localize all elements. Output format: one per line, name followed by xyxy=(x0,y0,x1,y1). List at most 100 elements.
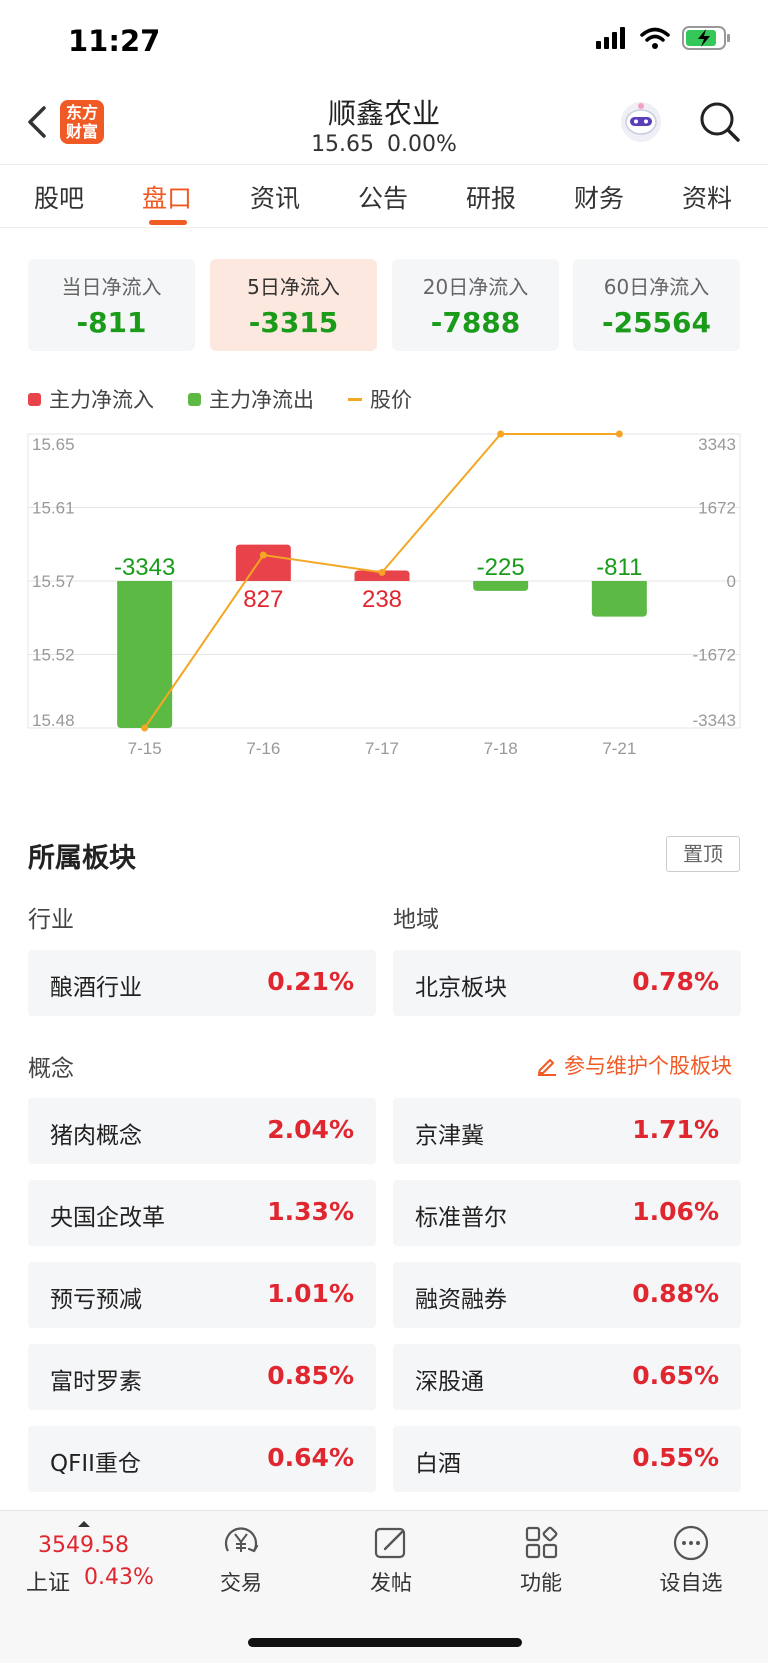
tab-guba[interactable]: 股吧 xyxy=(14,179,104,215)
flow-card-5day[interactable]: 5日净流入 -3315 xyxy=(210,259,377,351)
expand-arrow-icon xyxy=(78,1521,90,1527)
price-point xyxy=(378,568,386,576)
flow-bar-value-label: 238 xyxy=(362,586,402,613)
nav-add-watchlist[interactable]: 设自选 xyxy=(646,1523,736,1597)
concept-card[interactable]: 央国企改革 1.33% xyxy=(28,1180,376,1246)
x-tick-label: 7-17 xyxy=(365,739,399,758)
flow-card-label: 20日净流入 xyxy=(422,275,529,299)
flow-card-value: -3315 xyxy=(248,306,339,339)
block-pct: 1.33% xyxy=(267,1197,354,1226)
nav-label: 发帖 xyxy=(370,1571,412,1595)
x-tick-label: 7-18 xyxy=(484,739,518,758)
flow-bar-value-label: 827 xyxy=(243,586,283,613)
block-name: 京津冀 xyxy=(415,1123,484,1149)
block-name: 酿酒行业 xyxy=(50,975,142,1001)
status-icons xyxy=(596,26,732,50)
search-icon[interactable] xyxy=(698,100,742,144)
flow-card-20day[interactable]: 20日净流入 -7888 xyxy=(392,259,559,351)
block-name: 标准普尔 xyxy=(415,1205,507,1231)
industry-card[interactable]: 酿酒行业 0.21% xyxy=(28,950,376,1016)
flow-card-label: 60日净流入 xyxy=(603,275,710,299)
signal-icon xyxy=(596,27,625,49)
legend-outflow: 主力净流出 xyxy=(188,384,314,414)
inflow-swatch xyxy=(28,392,41,406)
stock-price: 15.65 xyxy=(311,132,375,157)
concept-card[interactable]: 预亏预减 1.01% xyxy=(28,1262,376,1328)
region-card[interactable]: 北京板块 0.78% xyxy=(393,950,741,1016)
industry-label: 行业 xyxy=(28,907,74,933)
legend-inflow: 主力净流入 xyxy=(28,384,154,414)
flow-card-today[interactable]: 当日净流入 -811 xyxy=(28,259,195,351)
pin-top-button[interactable]: 置顶 xyxy=(666,836,740,872)
index-value: 3549.58 xyxy=(38,1533,129,1558)
tab-yanbao[interactable]: 研报 xyxy=(446,179,536,215)
concept-card[interactable]: 猪肉概念 2.04% xyxy=(28,1098,376,1164)
tab-ziliao[interactable]: 资料 xyxy=(662,179,752,215)
concept-card[interactable]: 富时罗素 0.85% xyxy=(28,1344,376,1410)
block-name: 深股通 xyxy=(415,1369,484,1395)
flow-card-label: 5日净流入 xyxy=(247,275,340,299)
nav-functions[interactable]: 功能 xyxy=(496,1523,586,1597)
block-pct: 0.85% xyxy=(267,1361,354,1390)
block-pct: 1.06% xyxy=(632,1197,719,1226)
right-tick-label: -3343 xyxy=(693,711,736,730)
tab-pankou[interactable]: 盘口 xyxy=(122,179,212,215)
tab-gonggao[interactable]: 公告 xyxy=(338,179,428,215)
block-pct: 0.55% xyxy=(632,1443,719,1472)
pencil-icon xyxy=(538,1059,556,1076)
tab-caiwu[interactable]: 财务 xyxy=(554,179,644,215)
status-time: 11:27 xyxy=(68,24,161,58)
price-point xyxy=(615,430,623,438)
status-bar: 11:27 xyxy=(0,0,768,88)
block-pct: 0.21% xyxy=(267,967,354,996)
legend-inflow-label: 主力净流入 xyxy=(49,388,154,412)
flow-bar-value-label: -3343 xyxy=(114,554,175,581)
chart-legend: 主力净流入 主力净流出 股价 xyxy=(28,384,412,414)
region-label: 地域 xyxy=(393,907,439,933)
grid-icon xyxy=(525,1526,558,1559)
concept-card[interactable]: 标准普尔 1.06% xyxy=(393,1180,741,1246)
nav-trade[interactable]: 交易 xyxy=(196,1523,286,1597)
block-name: 富时罗素 xyxy=(50,1369,142,1395)
block-name: 融资融券 xyxy=(415,1287,507,1313)
legend-outflow-label: 主力净流出 xyxy=(209,388,314,412)
right-tick-label: -1672 xyxy=(693,646,736,665)
price-point xyxy=(497,430,505,438)
yuan-cycle-icon xyxy=(224,1527,259,1553)
price-swatch xyxy=(348,397,362,401)
block-pct: 0.88% xyxy=(632,1279,719,1308)
right-tick-label: 1672 xyxy=(698,499,736,518)
block-name: 北京板块 xyxy=(415,975,507,1001)
concept-card[interactable]: 白酒 0.55% xyxy=(393,1426,741,1492)
concept-label: 概念 xyxy=(28,1056,74,1082)
price-point xyxy=(141,724,149,732)
maintain-blocks-link[interactable]: 参与维护个股板块 xyxy=(536,1050,732,1080)
index-change: 0.43% xyxy=(84,1565,154,1590)
flow-card-value: -7888 xyxy=(430,306,521,339)
flow-card-60day[interactable]: 60日净流入 -25564 xyxy=(573,259,740,351)
block-name: 白酒 xyxy=(415,1451,461,1477)
block-pct: 2.04% xyxy=(267,1115,354,1144)
block-pct: 0.64% xyxy=(267,1443,354,1472)
block-name: QFII重仓 xyxy=(50,1451,141,1477)
left-tick-label: 15.65 xyxy=(32,435,75,454)
edit-icon xyxy=(374,1527,406,1559)
left-tick-label: 15.57 xyxy=(32,572,75,591)
battery-charging-icon xyxy=(682,26,730,50)
nav-post[interactable]: 发帖 xyxy=(346,1523,436,1597)
stock-change: 0.00% xyxy=(387,132,457,157)
concept-card[interactable]: 深股通 0.65% xyxy=(393,1344,741,1410)
capital-flow-chart: 15.65 3343 15.61 1672 15.57 0 15.52 -1672 15.48 -… xyxy=(27,430,741,758)
concept-card[interactable]: QFII重仓 0.64% xyxy=(28,1426,376,1492)
concept-card[interactable]: 京津冀 1.71% xyxy=(393,1098,741,1164)
flow-card-value: -811 xyxy=(76,306,147,339)
wifi-icon xyxy=(640,27,670,49)
concept-card[interactable]: 融资融券 0.88% xyxy=(393,1262,741,1328)
right-tick-label: 3343 xyxy=(698,435,736,454)
home-indicator xyxy=(248,1638,522,1647)
block-name: 央国企改革 xyxy=(50,1205,165,1231)
block-pct: 0.65% xyxy=(632,1361,719,1390)
robot-assistant-icon[interactable] xyxy=(618,98,664,144)
active-tab-indicator xyxy=(149,220,187,225)
tab-zixun[interactable]: 资讯 xyxy=(230,179,320,215)
